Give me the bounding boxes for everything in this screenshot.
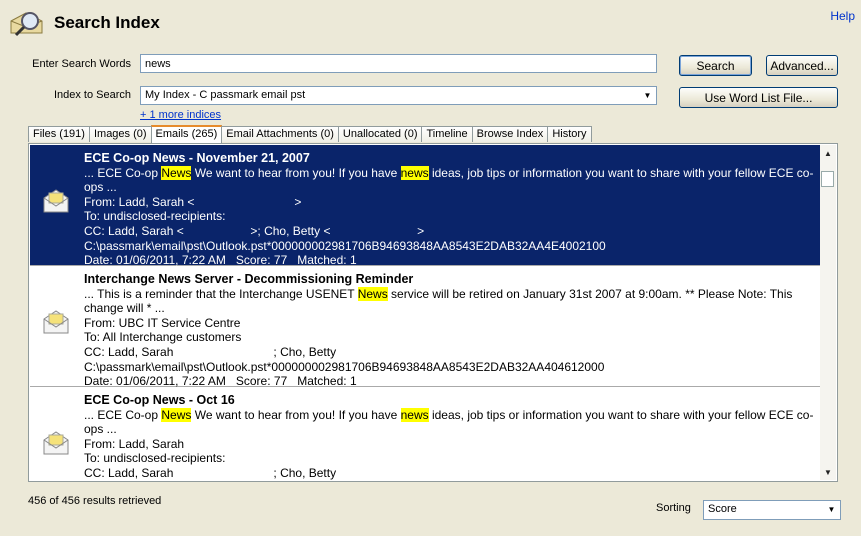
list-item[interactable]: Interchange News Server - Decommissionin… [30,266,820,388]
tab-browse-index[interactable]: Browse Index [471,126,549,142]
result-title: Interchange News Server - Decommissionin… [84,272,414,286]
email-icon [42,308,70,336]
tab-email-attachments[interactable]: Email Attachments (0) [221,126,339,142]
result-cc: CC: Ladd, Sarah < >; Cho, Betty < > [84,223,425,238]
scroll-down-icon[interactable]: ▼ [820,464,836,480]
advanced-button[interactable]: Advanced... [766,55,838,76]
search-button[interactable]: Search [679,55,752,76]
result-from: From: UBC IT Service Centre [84,315,241,330]
match-highlight: News [357,286,388,301]
match-highlight: News [161,407,192,422]
index-to-search-label: Index to Search [53,89,131,101]
search-words-label: Enter Search Words [32,58,131,70]
results-list: ECE Co-op News - November 21, 2007 ... E… [30,145,820,480]
index-select[interactable]: My Index - C passmark email pst ▼ [140,86,657,105]
snippet-text: ... ECE Co-op [84,165,162,180]
sorting-select[interactable]: Score ▼ [703,500,841,520]
snippet-text: ... ECE Co-op [84,407,162,422]
result-from: From: Ladd, Sarah < > [84,194,302,209]
tab-unallocated[interactable]: Unallocated (0) [337,126,423,142]
result-path: C:\passmark\email\pst\Outlook.pst*000000… [84,238,606,253]
snippet-text: We want to hear from you! If you have [191,165,401,180]
match-highlight: news [400,407,429,422]
tab-images[interactable]: Images (0) [88,126,152,142]
tab-timeline[interactable]: Timeline [421,126,473,142]
match-highlight: News [161,165,192,180]
result-cc: CC: Ladd, Sarah ; Cho, Betty [84,465,337,480]
snippet-text: We want to hear from you! If you have [191,407,401,422]
sorting-select-value: Score [708,503,737,515]
snippet-text: ... This is a reminder that the Intercha… [84,286,358,301]
match-highlight: news [400,165,429,180]
tab-history[interactable]: History [547,126,592,142]
result-title: ECE Co-op News - November 21, 2007 [84,151,310,165]
page-title: Search Index [54,13,160,32]
result-to: To: undisclosed-recipients: [84,451,226,466]
result-path: C:\passmark\email\pst\Outlook.pst*000000… [84,359,605,374]
index-select-value: My Index - C passmark email pst [145,89,306,101]
chevron-down-icon[interactable]: ▼ [824,502,839,517]
use-word-list-button[interactable]: Use Word List File... [679,87,838,108]
sorting-label: Sorting [656,502,691,514]
results-status: 456 of 456 results retrieved [28,495,162,507]
magnifier-envelope-icon [8,7,48,39]
list-item[interactable]: ECE Co-op News - November 21, 2007 ... E… [30,145,820,267]
result-from: From: Ladd, Sarah [84,436,185,451]
email-icon [42,187,70,215]
scroll-thumb[interactable] [821,171,834,187]
tab-files[interactable]: Files (191) [28,126,90,142]
result-cc: CC: Ladd, Sarah ; Cho, Betty [84,344,337,359]
results-panel: ECE Co-op News - November 21, 2007 ... E… [28,143,838,482]
result-to: To: undisclosed-recipients: [84,209,226,224]
help-link[interactable]: Help [830,9,855,23]
tab-emails[interactable]: Emails (265) [150,125,223,143]
result-tabs: Files (191) Images (0) Emails (265) Emai… [28,125,592,143]
result-title: ECE Co-op News - Oct 16 [84,393,235,407]
vertical-scrollbar[interactable]: ▲ ▼ [820,145,836,480]
search-words-input[interactable] [140,54,657,73]
email-icon [42,429,70,457]
result-snippet: ... This is a reminder that the Intercha… [84,286,818,316]
result-to: To: All Interchange customers [84,330,242,345]
list-item[interactable]: ECE Co-op News - Oct 16 ... ECE Co-op Ne… [30,387,820,480]
scroll-up-icon[interactable]: ▲ [820,145,836,161]
chevron-down-icon[interactable]: ▼ [640,88,655,103]
more-indices-link[interactable]: + 1 more indices [140,109,221,121]
result-snippet: ... ECE Co-op News We want to hear from … [84,165,818,195]
result-snippet: ... ECE Co-op News We want to hear from … [84,407,818,437]
